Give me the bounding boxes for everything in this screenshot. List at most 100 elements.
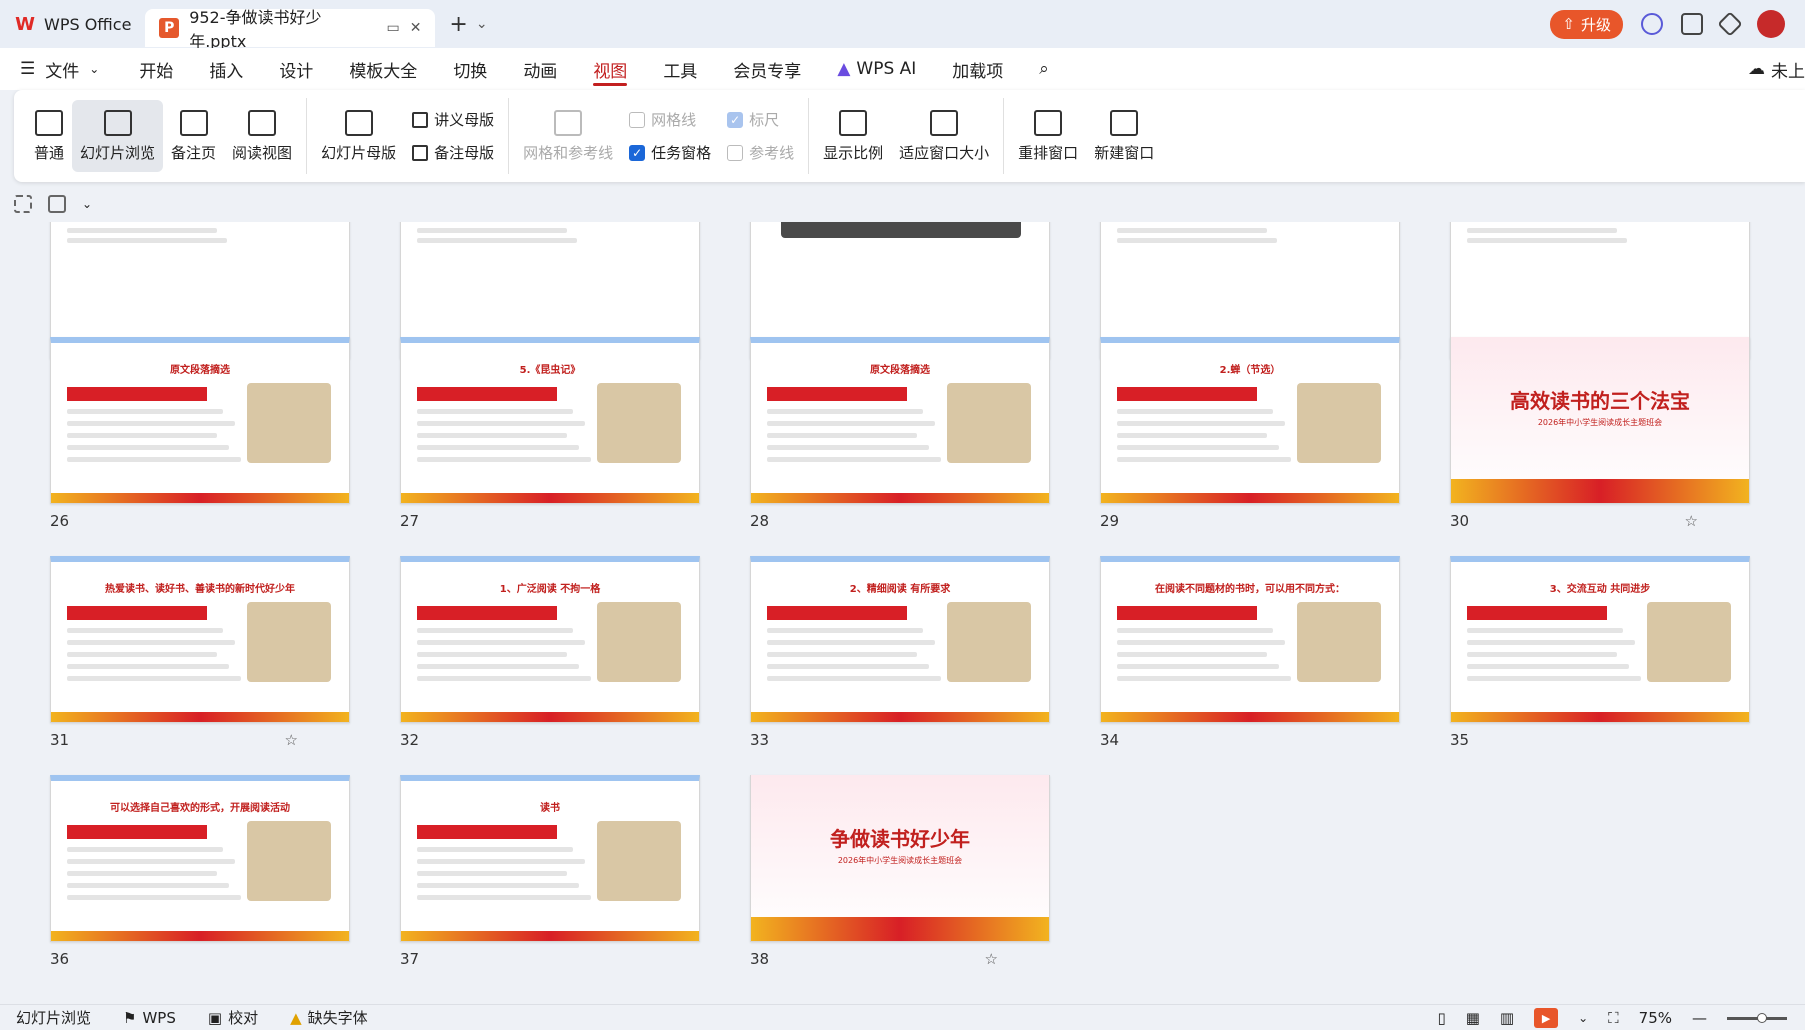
chevron-down-icon[interactable]: ⌄	[1578, 1011, 1588, 1025]
slide-preview[interactable]: 原文段落摘选	[750, 337, 1050, 504]
monitor-icon[interactable]: ▭	[386, 20, 399, 36]
slide-bottom-band	[1101, 712, 1399, 722]
slide-preview[interactable]: 原文段落摘选	[50, 337, 350, 504]
save-icon[interactable]	[48, 195, 66, 213]
zoom-slider[interactable]	[1727, 1012, 1787, 1023]
slide-highlight-bar	[67, 825, 207, 839]
play-slideshow-button[interactable]: ▶	[1534, 1008, 1559, 1028]
slide-sorter-button[interactable]: 幻灯片浏览	[72, 100, 164, 172]
slide-preview[interactable]: 争做读书好少年 2026年中小学生阅读成长主题班会	[750, 775, 1050, 942]
new-window-button[interactable]: 新建窗口	[1086, 100, 1162, 172]
menu-wps-ai[interactable]: ▲ WPS AI	[819, 48, 934, 90]
guides-checkbox[interactable]: 参考线	[727, 142, 794, 163]
zoom-slider-knob[interactable]	[1757, 1012, 1767, 1023]
grid-guides-button[interactable]: 网格和参考线	[515, 100, 621, 172]
avatar[interactable]	[1757, 10, 1785, 38]
normal-view-status-icon[interactable]: ▯	[1437, 1009, 1445, 1027]
document-tab-title: 952-争做读书好少年.pptx	[189, 8, 322, 51]
fit-window-button[interactable]: 适应窗口大小	[891, 100, 997, 172]
slide-preview[interactable]: 3、交流互动 共同进步	[1450, 556, 1750, 723]
slide-thumbnail-36[interactable]: 可以选择自己喜欢的形式，开展阅读活动 36	[50, 775, 350, 968]
slide-thumbnail-33[interactable]: 2、精细阅读 有所要求 33	[750, 556, 1050, 749]
zoom-level[interactable]: 75%	[1639, 1009, 1672, 1027]
slide-thumbnail-29[interactable]: 2.蝉（节选） 29	[1100, 337, 1400, 530]
slide-image	[247, 821, 331, 901]
slide-number: 36	[50, 950, 70, 968]
menu-addins[interactable]: 加载项	[934, 48, 1021, 90]
slide-thumbnail-30[interactable]: 高效读书的三个法宝 2026年中小学生阅读成长主题班会 30 ☆	[1450, 337, 1750, 530]
book-icon	[248, 109, 277, 136]
slide-preview[interactable]: 在阅读不同题材的书时，可以用不同方式：	[1100, 556, 1400, 723]
menu-home[interactable]: 开始	[121, 48, 191, 90]
window-copy-icon[interactable]	[1681, 13, 1703, 35]
search-icon[interactable]: ⌕	[1021, 48, 1067, 90]
slide-preview[interactable]: 高效读书的三个法宝 2026年中小学生阅读成长主题班会	[1450, 337, 1750, 504]
slide-master-button[interactable]: 幻灯片母版	[313, 100, 404, 172]
slide-text-line	[67, 628, 223, 633]
arrange-windows-button[interactable]: 重排窗口	[1010, 100, 1086, 172]
chevron-down-icon[interactable]: ⌄	[82, 197, 92, 211]
animation-star-icon[interactable]: ☆	[285, 731, 298, 749]
zoom-button[interactable]: 显示比例	[815, 100, 891, 172]
file-menu[interactable]: ☰ 文件 ⌄	[20, 57, 121, 82]
slide-title: 5.《昆虫记》	[519, 365, 581, 376]
slide-thumbnail-37[interactable]: 读书 37	[400, 775, 700, 968]
missing-fonts-warning[interactable]: ▲ 缺失字体	[274, 1007, 384, 1028]
animation-star-icon[interactable]: ☆	[1685, 512, 1698, 530]
slide-image	[247, 602, 331, 682]
tab-list-chevron-icon[interactable]: ⌄	[476, 16, 488, 32]
gridlines-checkbox[interactable]: 网格线	[629, 109, 711, 130]
slide-preview[interactable]: 5.《昆虫记》	[400, 337, 700, 504]
slide-preview[interactable]: 2.蝉（节选）	[1100, 337, 1400, 504]
slide-thumbnail-31[interactable]: 热爱读书、读好书、善读书的新时代好少年 31 ☆	[50, 556, 350, 749]
ruler-checkbox[interactable]: ✓ 标尺	[727, 109, 794, 130]
slide-text-line	[1117, 628, 1273, 633]
slide-preview[interactable]: 2、精细阅读 有所要求	[750, 556, 1050, 723]
new-tab-plus-icon[interactable]: +	[449, 12, 467, 37]
menu-templates[interactable]: 模板大全	[331, 48, 435, 90]
menu-animations[interactable]: 动画	[505, 48, 575, 90]
menu-design[interactable]: 设计	[261, 48, 331, 90]
slide-sorter-status-icon[interactable]: ▦	[1466, 1009, 1480, 1027]
menu-tools[interactable]: 工具	[645, 48, 715, 90]
menu-insert[interactable]: 插入	[191, 48, 261, 90]
task-pane-checkbox[interactable]: ✓ 任务窗格	[629, 142, 711, 163]
slide-preview[interactable]: 可以选择自己喜欢的形式，开展阅读活动	[50, 775, 350, 942]
upgrade-button[interactable]: ⇧ 升级	[1550, 9, 1623, 39]
cloud-status[interactable]: ☁ 未上	[1748, 57, 1805, 82]
close-tab-icon[interactable]: ✕	[410, 20, 422, 36]
cube-icon[interactable]	[1717, 11, 1743, 37]
document-tab[interactable]: P 952-争做读书好少年.pptx ▭ ✕	[145, 8, 436, 51]
notes-page-button[interactable]: 备注页	[163, 100, 224, 172]
slide-thumbnail-28[interactable]: 原文段落摘选 28	[750, 337, 1050, 530]
menu-view[interactable]: 视图	[575, 48, 645, 90]
notes-master-button[interactable]: 备注母版	[412, 142, 494, 163]
menu-member[interactable]: 会员专享	[715, 48, 819, 90]
slide-thumbnail-32[interactable]: 1、广泛阅读 不拘一格 32	[400, 556, 700, 749]
slide-preview[interactable]: 1、广泛阅读 不拘一格	[400, 556, 700, 723]
crop-icon[interactable]	[14, 195, 32, 213]
slide-text-line	[767, 640, 935, 645]
slide-thumbnail-35[interactable]: 3、交流互动 共同进步 35	[1450, 556, 1750, 749]
menu-transitions[interactable]: 切换	[435, 48, 505, 90]
assistant-icon[interactable]	[1641, 13, 1663, 35]
slide-thumbnail-34[interactable]: 在阅读不同题材的书时，可以用不同方式： 34	[1100, 556, 1400, 749]
animation-star-icon[interactable]: ☆	[985, 950, 998, 968]
slide-thumbnail-27[interactable]: 5.《昆虫记》 27	[400, 337, 700, 530]
proofread-button[interactable]: ▣ 校对	[192, 1007, 274, 1028]
slide-text-line	[767, 628, 923, 633]
slide-thumbnail-26[interactable]: 原文段落摘选 26	[50, 337, 350, 530]
zoom-out-button[interactable]: —	[1692, 1009, 1707, 1027]
slide-preview[interactable]: 读书	[400, 775, 700, 942]
reading-view-button[interactable]: 阅读视图	[224, 100, 300, 172]
reading-view-status-icon[interactable]: ▥	[1500, 1009, 1514, 1027]
fit-window-status-icon[interactable]: ⛶	[1608, 1009, 1619, 1027]
status-wps[interactable]: ⚑ WPS	[107, 1009, 192, 1027]
app-home-tab[interactable]: W WPS Office	[0, 6, 145, 42]
slide-bottom-band	[401, 712, 699, 722]
slide-thumbnail-38[interactable]: 争做读书好少年 2026年中小学生阅读成长主题班会 38 ☆	[750, 775, 1050, 968]
slide-text-line	[1117, 409, 1273, 414]
slide-preview[interactable]: 热爱读书、读好书、善读书的新时代好少年	[50, 556, 350, 723]
handout-master-button[interactable]: 讲义母版	[412, 109, 494, 130]
normal-view-button[interactable]: 普通	[26, 100, 72, 172]
